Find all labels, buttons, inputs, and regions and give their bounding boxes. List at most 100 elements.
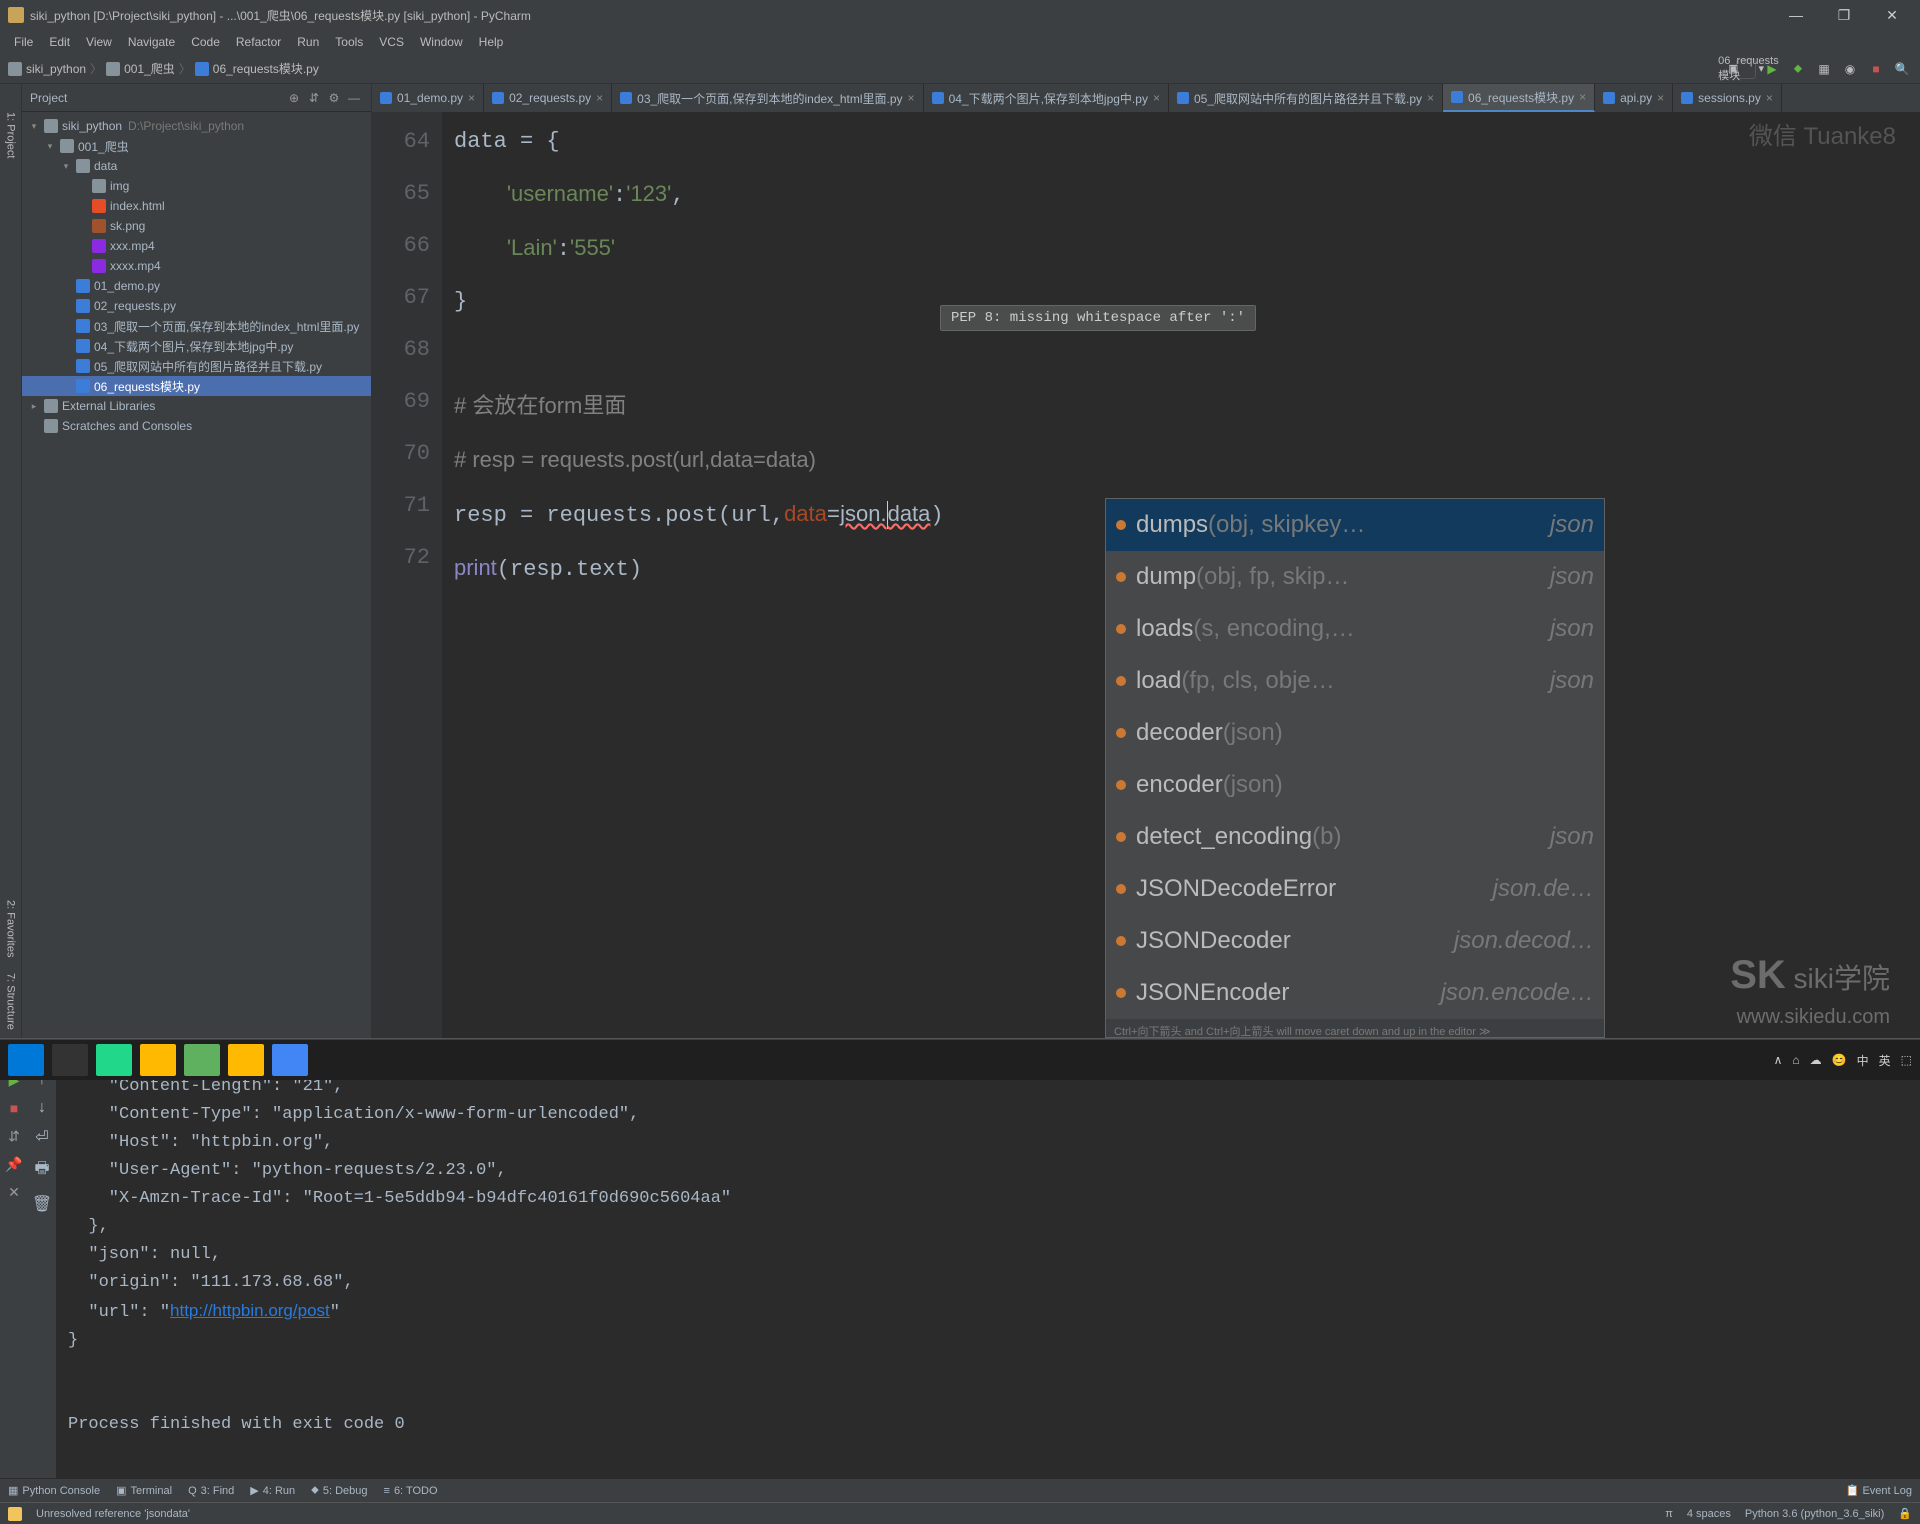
- bottom-tab[interactable]: ▶4: Run: [250, 1484, 295, 1497]
- tray-icon[interactable]: ⌂: [1792, 1053, 1799, 1067]
- chrome-taskbar-icon[interactable]: [272, 1044, 308, 1076]
- breadcrumb-item[interactable]: siki_python 〉: [8, 60, 102, 77]
- maximize-button[interactable]: ❐: [1824, 5, 1864, 25]
- editor-tab[interactable]: 03_爬取一个页面,保存到本地的index_html里面.py×: [612, 84, 923, 112]
- completion-item[interactable]: JSONEncoderjson.encode…: [1106, 967, 1604, 1019]
- layout-icon[interactable]: ⇵: [5, 1127, 23, 1145]
- status-indent[interactable]: 4 spaces: [1687, 1508, 1731, 1520]
- coverage-button[interactable]: ▦: [1814, 59, 1834, 79]
- status-lock-icon[interactable]: 🔒: [1898, 1507, 1912, 1520]
- tree-node[interactable]: xxx.mp4: [22, 236, 371, 256]
- folder-taskbar-icon[interactable]: [228, 1044, 264, 1076]
- status-interpreter[interactable]: Python 3.6 (python_3.6_siki): [1745, 1508, 1884, 1520]
- completion-item[interactable]: dumps(obj, skipkey…json: [1106, 499, 1604, 551]
- tree-node[interactable]: ▸External Libraries: [22, 396, 371, 416]
- app-taskbar-icon[interactable]: [184, 1044, 220, 1076]
- menu-view[interactable]: View: [78, 32, 120, 52]
- breadcrumb-item[interactable]: 06_requests模块.py: [195, 60, 319, 77]
- tree-node[interactable]: 01_demo.py: [22, 276, 371, 296]
- bottom-tab[interactable]: ⬥5: Debug: [311, 1484, 367, 1497]
- minimize-button[interactable]: —: [1776, 5, 1816, 25]
- tree-node[interactable]: index.html: [22, 196, 371, 216]
- warning-icon[interactable]: [8, 1507, 22, 1521]
- completion-popup[interactable]: dumps(obj, skipkey…jsondump(obj, fp, ski…: [1105, 498, 1605, 1038]
- tree-node[interactable]: 05_爬取网站中所有的图片路径并且下载.py: [22, 356, 371, 376]
- tree-node[interactable]: img: [22, 176, 371, 196]
- tree-node[interactable]: xxxx.mp4: [22, 256, 371, 276]
- close-run-icon[interactable]: ✕: [5, 1183, 23, 1201]
- tray-icon[interactable]: 😊: [1832, 1053, 1847, 1067]
- completion-item[interactable]: JSONDecodeErrorjson.de…: [1106, 863, 1604, 915]
- bottom-tab[interactable]: Q3: Find: [188, 1485, 234, 1497]
- locate-icon[interactable]: ⊕: [285, 89, 303, 107]
- editor-tab[interactable]: sessions.py×: [1673, 84, 1782, 112]
- settings-icon[interactable]: ⚙: [325, 89, 343, 107]
- start-button[interactable]: [8, 1044, 44, 1076]
- menu-refactor[interactable]: Refactor: [228, 32, 289, 52]
- menu-edit[interactable]: Edit: [41, 32, 78, 52]
- tray-icon[interactable]: 英: [1879, 1052, 1891, 1069]
- menu-window[interactable]: Window: [412, 32, 471, 52]
- tree-node[interactable]: ▾siki_pythonD:\Project\siki_python: [22, 116, 371, 136]
- tree-node[interactable]: 06_requests模块.py: [22, 376, 371, 396]
- tray-icon[interactable]: ⬚: [1901, 1053, 1912, 1067]
- pycharm-taskbar-icon[interactable]: [96, 1044, 132, 1076]
- editor-tab[interactable]: 06_requests模块.py×: [1443, 84, 1595, 112]
- system-tray[interactable]: ∧ ⌂ ☁ 😊 中英 ⬚: [1774, 1052, 1912, 1069]
- completion-item[interactable]: dump(obj, fp, skip…json: [1106, 551, 1604, 603]
- tray-icon[interactable]: 中: [1857, 1052, 1869, 1069]
- structure-tool-tab[interactable]: 7: Structure: [3, 965, 19, 1038]
- tree-node[interactable]: ▾data: [22, 156, 371, 176]
- menu-run[interactable]: Run: [289, 32, 327, 52]
- status-pos[interactable]: π: [1665, 1508, 1673, 1520]
- menu-file[interactable]: File: [6, 32, 41, 52]
- pin-icon[interactable]: 📌: [5, 1155, 23, 1173]
- menu-help[interactable]: Help: [471, 32, 512, 52]
- editor-tab[interactable]: 02_requests.py×: [484, 84, 612, 112]
- tree-node[interactable]: 02_requests.py: [22, 296, 371, 316]
- wrap-icon[interactable]: ⏎: [35, 1127, 48, 1147]
- search-button[interactable]: 🔍: [1892, 59, 1912, 79]
- editor-tab[interactable]: api.py×: [1595, 84, 1673, 112]
- hide-icon[interactable]: —: [345, 89, 363, 107]
- menu-code[interactable]: Code: [183, 32, 228, 52]
- url-link[interactable]: http://httpbin.org/post: [170, 1301, 330, 1320]
- completion-item[interactable]: loads(s, encoding,…json: [1106, 603, 1604, 655]
- tree-node[interactable]: 03_爬取一个页面,保存到本地的index_html里面.py: [22, 316, 371, 336]
- editor-tab[interactable]: 05_爬取网站中所有的图片路径并且下载.py×: [1169, 84, 1443, 112]
- tree-node[interactable]: Scratches and Consoles: [22, 416, 371, 436]
- bottom-tab[interactable]: ▦Python Console: [8, 1484, 100, 1497]
- favorites-tool-tab[interactable]: 2: Favorites: [3, 892, 19, 965]
- bottom-tab[interactable]: ▣Terminal: [116, 1484, 172, 1497]
- completion-item[interactable]: decoder(json): [1106, 707, 1604, 759]
- menu-navigate[interactable]: Navigate: [120, 32, 183, 52]
- stop-button[interactable]: ■: [1866, 59, 1886, 79]
- run-output[interactable]: "Content-Length": "21", "Content-Type": …: [56, 1065, 1920, 1478]
- completion-item[interactable]: JSONDecoderjson.decod…: [1106, 915, 1604, 967]
- tray-icon[interactable]: ☁: [1810, 1053, 1822, 1067]
- breadcrumb-item[interactable]: 001_爬虫 〉: [106, 60, 191, 77]
- collapse-icon[interactable]: ⇵: [305, 89, 323, 107]
- down-icon[interactable]: ↓: [38, 1099, 46, 1117]
- completion-item[interactable]: detect_encoding(b)json: [1106, 811, 1604, 863]
- run-config-selector[interactable]: ▣ 06_requests模块 ▾: [1736, 59, 1756, 79]
- tree-node[interactable]: 04_下载两个图片,保存到本地jpg中.py: [22, 336, 371, 356]
- search-icon[interactable]: [52, 1044, 88, 1076]
- completion-item[interactable]: encoder(json): [1106, 759, 1604, 811]
- bottom-tab[interactable]: ≡6: TODO: [384, 1485, 438, 1497]
- run-button[interactable]: ▶: [1762, 59, 1782, 79]
- trash-icon[interactable]: 🗑: [32, 1194, 52, 1214]
- editor-tab[interactable]: 01_demo.py×: [372, 84, 484, 112]
- menu-tools[interactable]: Tools: [327, 32, 371, 52]
- tree-node[interactable]: sk.png: [22, 216, 371, 236]
- stop-run-icon[interactable]: ■: [5, 1099, 23, 1117]
- tray-icon[interactable]: ∧: [1774, 1053, 1783, 1067]
- print-icon[interactable]: 🖶: [34, 1157, 49, 1184]
- completion-item[interactable]: load(fp, cls, obje…json: [1106, 655, 1604, 707]
- close-button[interactable]: ✕: [1872, 5, 1912, 25]
- menu-vcs[interactable]: VCS: [371, 32, 412, 52]
- debug-button[interactable]: ⬥: [1788, 59, 1808, 79]
- event-log[interactable]: 📋 Event Log: [1846, 1484, 1912, 1497]
- tree-node[interactable]: ▾001_爬虫: [22, 136, 371, 156]
- editor-tab[interactable]: 04_下载两个图片,保存到本地jpg中.py×: [924, 84, 1169, 112]
